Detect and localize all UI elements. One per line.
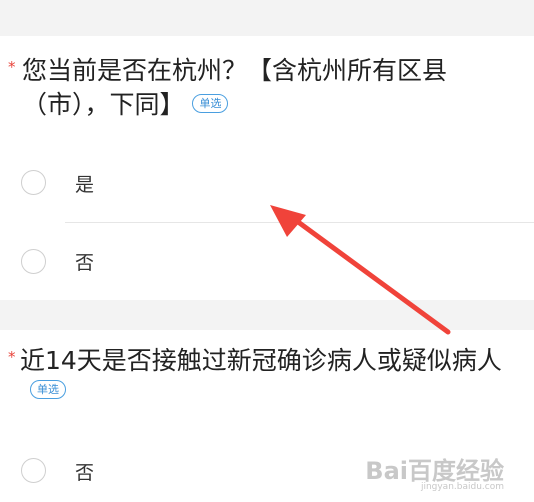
question-title-line: 近14天是否接触过新冠确诊病人或疑似病人 (20, 346, 502, 375)
question-title: 您当前是否在杭州？【含杭州所有区县 （市），下同】 单选 (22, 54, 447, 122)
single-choice-tag: 单选 (30, 380, 66, 399)
option-label: 否 (75, 462, 95, 484)
question-title-line: （市），下同】 单选 (22, 88, 447, 122)
option-label: 是 (75, 174, 95, 196)
radio-circle[interactable] (21, 249, 46, 274)
required-mark: * (8, 58, 16, 76)
option-yes[interactable]: 是 (0, 152, 534, 212)
question-title-line: 您当前是否在杭州？【含杭州所有区县 (22, 56, 448, 85)
option-no[interactable]: 否 (0, 232, 534, 292)
radio-circle[interactable] (21, 170, 46, 195)
section-gap (0, 300, 534, 330)
top-gap (0, 0, 534, 36)
baidu-watermark: Bai百度经验 jingyan.baidu.com (365, 457, 504, 492)
option-divider (65, 222, 534, 223)
question-card-1: * 您当前是否在杭州？【含杭州所有区县 （市），下同】 单选 是 否 (0, 36, 534, 300)
tag-row: 单选 (30, 380, 66, 402)
single-choice-tag: 单选 (192, 93, 229, 113)
question-title: 近14天是否接触过新冠确诊病人或疑似病人 (20, 344, 502, 378)
radio-circle[interactable] (21, 458, 46, 483)
option-label: 否 (75, 252, 95, 274)
required-mark: * (8, 348, 16, 366)
